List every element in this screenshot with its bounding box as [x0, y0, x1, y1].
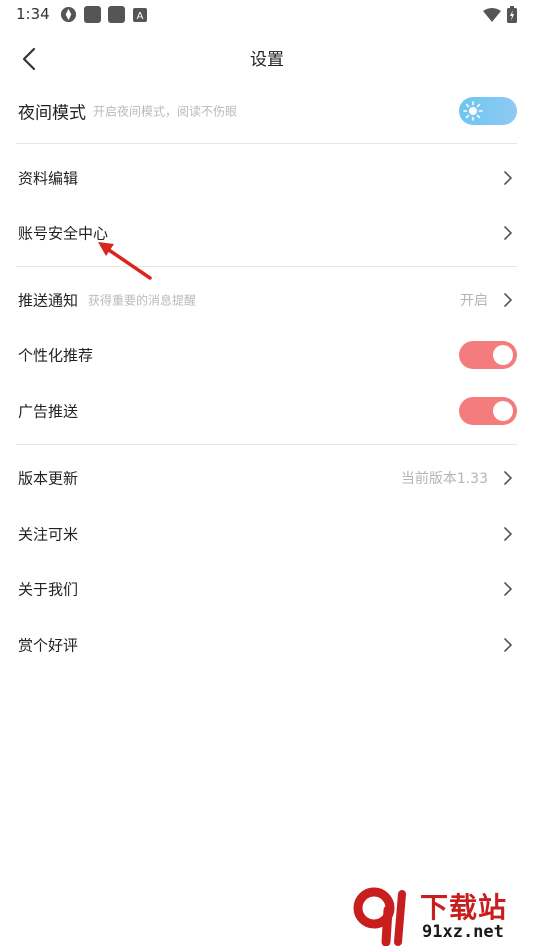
notification-icon [84, 6, 101, 23]
personalized-recommend-row: 个性化推荐 [0, 327, 534, 383]
version-update-label: 版本更新 [18, 469, 79, 488]
personalized-recommend-label: 个性化推荐 [18, 346, 94, 365]
divider [16, 266, 517, 267]
aperture-icon [60, 6, 77, 23]
night-mode-row: 夜间模式 开启夜间模式，阅读不伤眼 [0, 83, 534, 139]
ad-push-label: 广告推送 [18, 402, 79, 421]
battery-icon [507, 6, 517, 23]
ad-push-toggle[interactable] [459, 397, 517, 425]
chevron-right-icon [504, 582, 512, 596]
personalized-recommend-toggle[interactable] [459, 341, 517, 369]
chevron-right-icon [504, 638, 512, 652]
push-notification-value: 开启 [460, 293, 488, 309]
watermark-brand: 下载站 [420, 891, 508, 924]
svg-text:A: A [137, 11, 144, 22]
chevron-right-icon [504, 471, 512, 485]
version-update-row[interactable]: 版本更新 当前版本1.33 [0, 450, 534, 506]
watermark-logo-icon [353, 887, 406, 946]
watermark: 下载站 91xz.net [352, 886, 530, 946]
push-notification-row[interactable]: 推送通知 获得重要的消息提醒 开启 [0, 272, 534, 328]
about-us-row[interactable]: 关于我们 [0, 561, 534, 617]
status-bar: 1:34 A [0, 0, 534, 30]
page-title: 设置 [250, 50, 284, 70]
notification-icon [108, 6, 125, 23]
status-time: 1:34 [16, 5, 50, 23]
chevron-right-icon [504, 527, 512, 541]
divider [16, 444, 517, 445]
divider [16, 143, 517, 144]
about-us-label: 关于我们 [18, 580, 79, 599]
profile-edit-label: 资料编辑 [18, 169, 79, 188]
ad-push-row: 广告推送 [0, 383, 534, 439]
chevron-right-icon [504, 226, 512, 240]
version-value: 当前版本1.33 [400, 471, 488, 487]
follow-kemi-label: 关注可米 [18, 525, 79, 544]
chevron-right-icon [504, 171, 512, 185]
profile-edit-row[interactable]: 资料编辑 [0, 150, 534, 206]
night-mode-hint: 开启夜间模式，阅读不伤眼 [93, 104, 238, 119]
toggle-knob [493, 401, 513, 421]
account-security-row[interactable]: 账号安全中心 [0, 205, 534, 261]
toggle-knob [493, 345, 513, 365]
rate-app-row[interactable]: 赏个好评 [0, 617, 534, 673]
watermark-domain: 91xz.net [422, 922, 504, 942]
app-a-icon: A [133, 8, 147, 22]
night-mode-label: 夜间模式 [18, 103, 86, 124]
push-notification-label: 推送通知 [18, 291, 79, 310]
rate-app-label: 赏个好评 [18, 636, 79, 655]
sun-icon [463, 101, 483, 121]
wifi-icon [483, 8, 501, 22]
account-security-label: 账号安全中心 [18, 224, 109, 243]
follow-kemi-row[interactable]: 关注可米 [0, 506, 534, 562]
night-mode-toggle[interactable] [459, 97, 517, 125]
top-bar: 设置 [0, 30, 534, 82]
chevron-right-icon [504, 293, 512, 307]
push-notification-hint: 获得重要的消息提醒 [88, 293, 197, 308]
